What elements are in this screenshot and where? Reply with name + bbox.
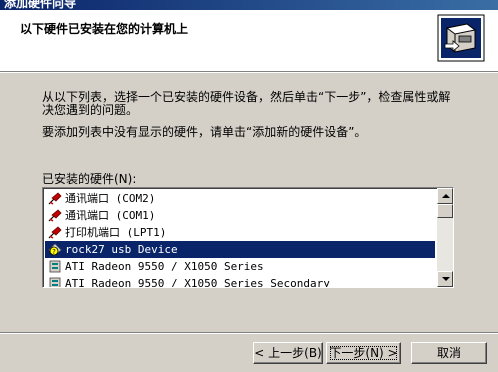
vertical-scrollbar[interactable] [437,188,453,287]
arrow-down-icon [442,277,450,281]
window-title: 添加硬件向导 [4,0,77,10]
warning-device-icon: ? [48,243,62,256]
focus-ring [330,346,397,360]
hardware-list-label: 已安装的硬件(N): [42,172,137,186]
display-adapter-icon [48,260,62,273]
list-item-label: 通讯端口 (COM1) [65,209,156,222]
header-divider-highlight [0,72,498,73]
list-item-label: 通讯端口 (COM2) [65,192,156,205]
cancel-button[interactable]: 取消 [411,342,487,364]
hardware-wizard-icon [437,14,485,62]
list-item[interactable]: 通讯端口 (COM2) [45,190,435,207]
list-item-label: ATI Radeon 9550 / X1050 Series Secondary [65,277,330,288]
hardware-list-items: 通讯端口 (COM2) 通讯端口 (COM1) 打印机端口 (LPT1)? rock2… [45,190,435,288]
scroll-thumb[interactable] [437,204,453,218]
list-item[interactable]: ATI Radeon 9550 / X1050 Series Secondary [45,275,435,288]
footer-divider-highlight [0,333,498,334]
list-item[interactable]: ? rock27 usb Device [45,241,435,258]
back-button[interactable]: < 上一步(B) [253,342,323,364]
scroll-up-button[interactable] [437,188,453,204]
list-item[interactable]: 打印机端口 (LPT1) [45,224,435,241]
title-bar: 添加硬件向导 [0,0,498,10]
list-item-label: 打印机端口 (LPT1) [65,226,167,239]
svg-text:?: ? [52,248,56,256]
port-icon [48,209,62,222]
port-icon [48,192,62,205]
list-item[interactable]: ATI Radeon 9550 / X1050 Series [45,258,435,275]
scroll-down-button[interactable] [437,271,453,287]
instruction-text-1: 从以下列表，选择一个已安装的硬件设备，然后单击“下一步”，检查属性或解决您遇到的… [42,90,451,117]
port-icon [48,226,62,239]
instruction-text-2: 要添加列表中没有显示的硬件，请单击“添加新的硬件设备”。 [42,125,367,139]
list-item-label: ATI Radeon 9550 / X1050 Series [65,260,264,273]
display-adapter-icon [48,277,62,287]
list-item[interactable]: 通讯端口 (COM1) [45,207,435,224]
arrow-up-icon [442,194,450,198]
wizard-header: 以下硬件已安装在您的计算机上 [0,10,498,71]
list-item-label: rock27 usb Device [65,243,178,256]
header-title: 以下硬件已安装在您的计算机上 [20,22,189,36]
next-button[interactable]: 下一步(N) > [326,342,401,364]
hardware-listbox[interactable]: 通讯端口 (COM2) 通讯端口 (COM1) 打印机端口 (LPT1)? rock2… [42,187,454,288]
